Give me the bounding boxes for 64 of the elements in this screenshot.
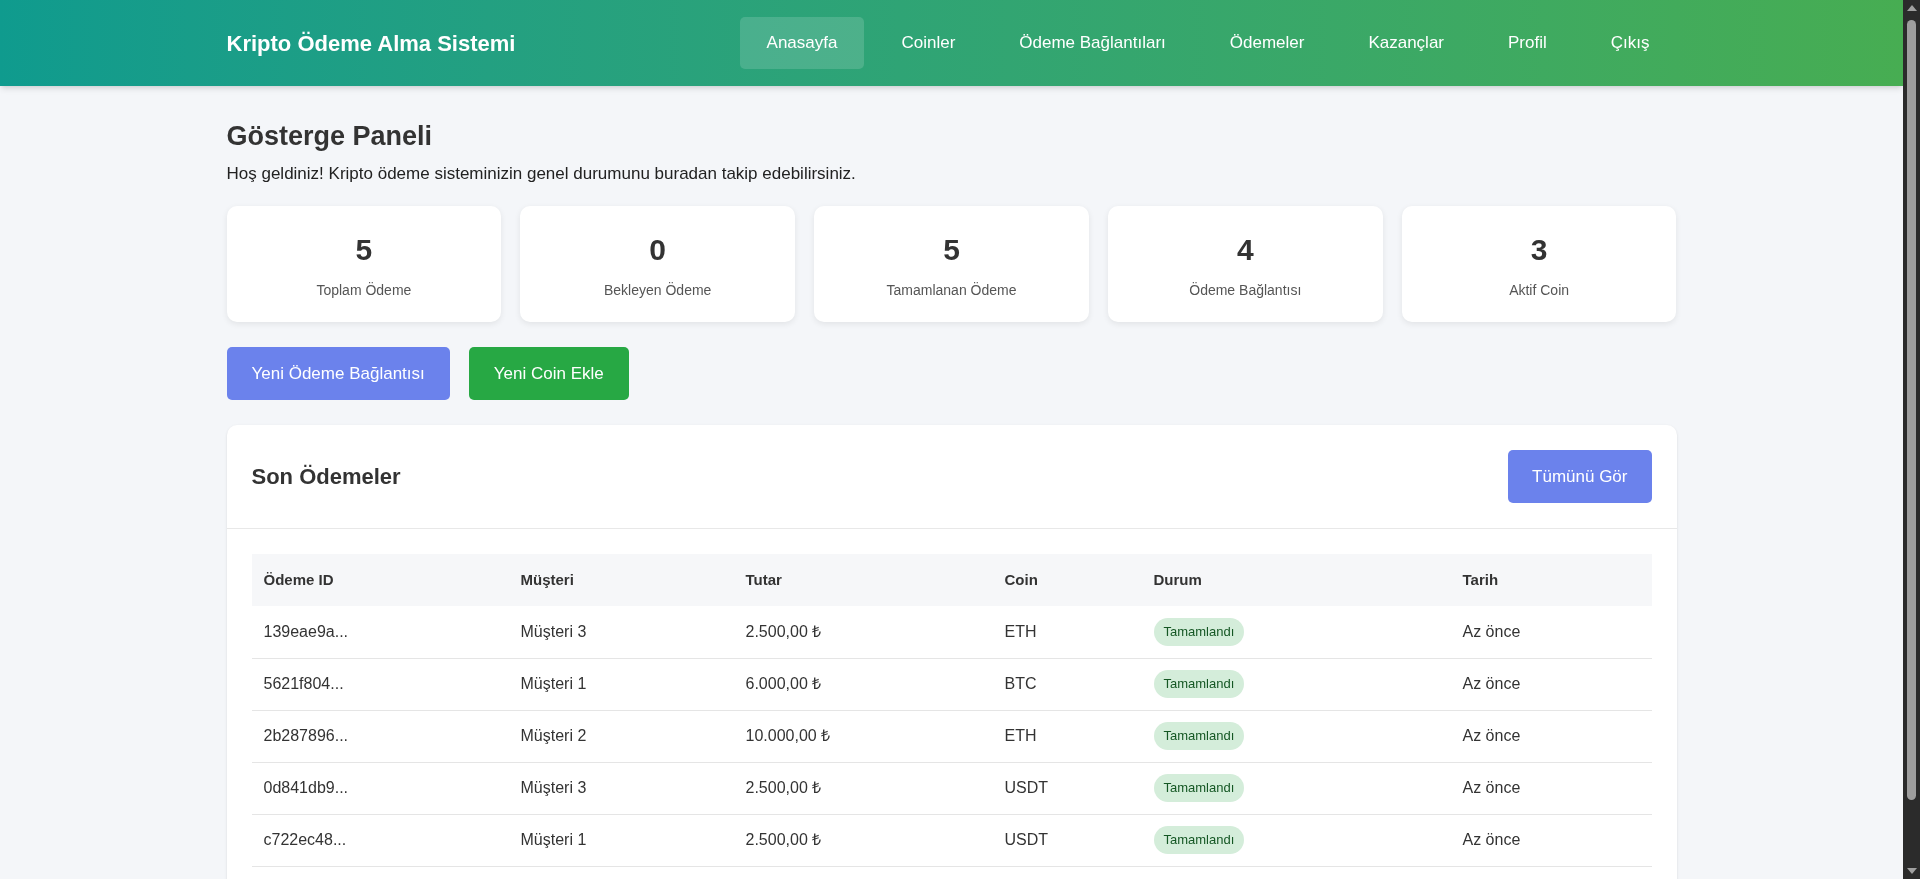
- column-header: Müşteri: [508, 554, 734, 606]
- column-header: Tarih: [1450, 554, 1652, 606]
- column-header: Tutar: [733, 554, 993, 606]
- stat-value: 5: [943, 232, 960, 268]
- table-cell: 10.000,00 ₺: [745, 727, 831, 744]
- stat-label: Tamamlanan Ödeme: [886, 281, 1017, 300]
- table-cell: ETH: [1004, 727, 1037, 744]
- view-all-button[interactable]: Tümünü Gör: [1508, 450, 1652, 503]
- table-cell: 139eae9a...: [263, 622, 349, 640]
- column-header: Coin: [992, 554, 1142, 606]
- stat-value: 4: [1236, 232, 1254, 268]
- status-badge: Tamamlandı: [1153, 618, 1245, 646]
- page-title: Gösterge Paneli: [226, 120, 434, 153]
- table-cell: Az önce: [1462, 727, 1521, 744]
- stat-value: 0: [649, 232, 667, 268]
- table-cell: USDT: [1004, 779, 1049, 796]
- stat-label: Bekleyen Ödeme: [604, 281, 712, 300]
- nav-link[interactable]: Çıkış: [1583, 17, 1677, 69]
- table-cell: BTC: [1004, 675, 1037, 692]
- nav-link[interactable]: Kazançlar: [1341, 17, 1472, 69]
- table-cell: c722ec48...: [263, 831, 347, 848]
- nav-link[interactable]: Profil: [1481, 17, 1574, 69]
- table-cell: Az önce: [1462, 622, 1521, 640]
- scrollbar-thumb[interactable]: [1907, 20, 1916, 800]
- status-badge: Tamamlandı: [1153, 826, 1245, 854]
- column-header: Ödeme ID: [251, 554, 509, 606]
- card-title: Son Ödemeler: [251, 463, 401, 491]
- stat-label: Aktif Coin: [1509, 281, 1570, 300]
- table-cell: Az önce: [1462, 831, 1521, 848]
- table-cell: Müşteri 2: [520, 727, 587, 744]
- table-cell: Müşteri 3: [520, 622, 587, 640]
- nav-link[interactable]: Ödemeler: [1202, 17, 1332, 69]
- table-cell: Az önce: [1462, 675, 1521, 692]
- action-button[interactable]: Yeni Coin Ekle: [468, 347, 629, 400]
- status-badge: Tamamlandı: [1153, 670, 1245, 698]
- nav-link[interactable]: Coinler: [874, 17, 983, 69]
- table-cell: 2b287896...: [263, 727, 349, 744]
- nav-link[interactable]: Ödeme Bağlantıları: [992, 17, 1193, 69]
- action-button[interactable]: Yeni Ödeme Bağlantısı: [226, 347, 450, 400]
- table-cell: Müşteri 1: [520, 675, 587, 692]
- status-badge: Tamamlandı: [1153, 722, 1245, 750]
- page-subtitle: Hoş geldiniz! Kripto ödeme sisteminizin genel durumunu buradan takip edebilirsiniz.: [226, 162, 857, 185]
- stat-label: Toplam Ödeme: [316, 281, 412, 300]
- nav-link[interactable]: Anasayfa: [739, 17, 865, 69]
- table-cell: 0d841db9...: [263, 779, 349, 796]
- table-cell: 2.500,00 ₺: [745, 622, 822, 640]
- table-cell: 2.500,00 ₺: [745, 831, 822, 848]
- table-cell: 5621f804...: [263, 675, 344, 692]
- table-cell: Müşteri 3: [520, 779, 587, 796]
- table-cell: USDT: [1004, 831, 1049, 848]
- scrollbar[interactable]: [1903, 0, 1920, 879]
- table-cell: 6.000,00 ₺: [745, 675, 822, 692]
- status-badge: Tamamlandı: [1153, 774, 1245, 802]
- table-cell: Az önce: [1462, 779, 1521, 796]
- scroll-up-icon[interactable]: [1906, 5, 1917, 11]
- stat-value: 3: [1530, 232, 1548, 268]
- brand-title: Kripto Ödeme Alma Sistemi: [226, 29, 516, 58]
- table-cell: Müşteri 1: [520, 831, 587, 848]
- stat-value: 5: [355, 232, 373, 268]
- column-header: Durum: [1141, 554, 1451, 606]
- table-cell: ETH: [1004, 622, 1037, 640]
- table-cell: 2.500,00 ₺: [745, 779, 822, 796]
- scroll-down-icon[interactable]: [1906, 868, 1917, 874]
- stat-label: Ödeme Bağlantısı: [1189, 281, 1302, 300]
